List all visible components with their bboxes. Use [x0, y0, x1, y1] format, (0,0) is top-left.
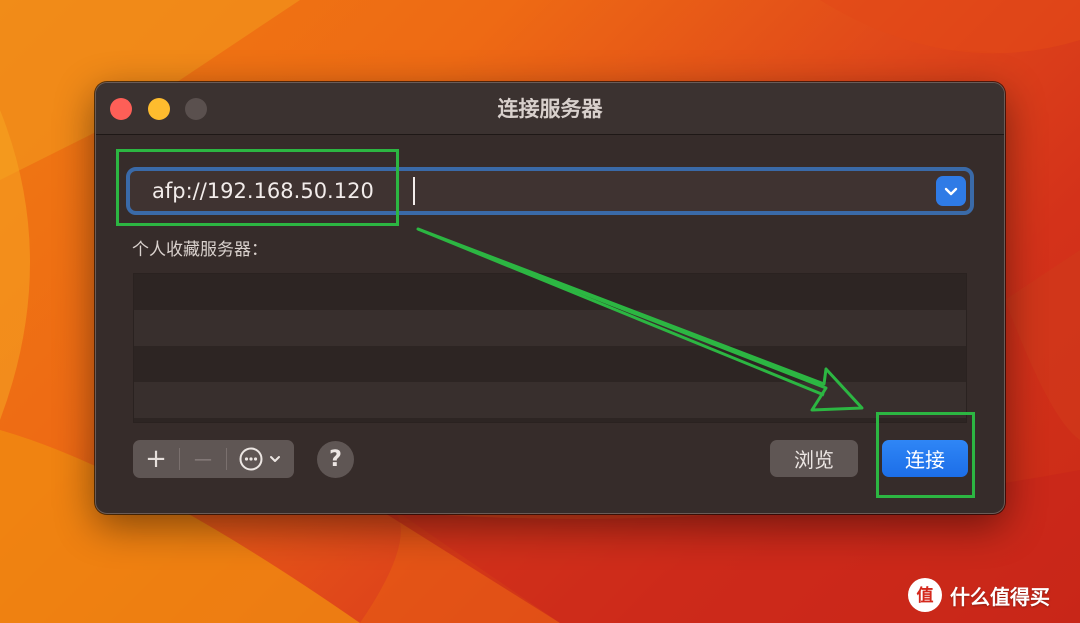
watermark-text: 什么值得买	[950, 584, 1050, 609]
text-caret	[413, 177, 415, 205]
browse-button[interactable]: 浏览	[770, 440, 858, 477]
list-item[interactable]	[134, 382, 966, 418]
svg-text:值: 值	[917, 585, 934, 606]
window-title: 连接服务器	[497, 97, 603, 121]
favorites-edit-control: + —	[133, 440, 294, 478]
minus-icon: —	[194, 448, 212, 470]
list-item[interactable]	[134, 346, 966, 382]
help-button[interactable]: ?	[317, 441, 354, 478]
list-item[interactable]	[134, 310, 966, 346]
question-mark-icon: ?	[329, 447, 342, 472]
server-address-input[interactable]	[152, 171, 912, 211]
favorite-servers-list[interactable]	[133, 273, 967, 423]
list-item[interactable]	[134, 274, 966, 310]
title-bar: 连接服务器	[96, 83, 1004, 135]
plus-icon: +	[145, 444, 167, 474]
chevron-down-icon	[270, 456, 280, 462]
watermark-logo-icon: 值	[908, 578, 942, 612]
server-address-field[interactable]	[126, 167, 974, 215]
site-watermark: 值 什么值得买	[908, 577, 1050, 613]
recent-servers-dropdown-button[interactable]	[936, 176, 966, 206]
ellipsis-circle-icon	[239, 447, 263, 471]
chevron-down-icon	[944, 187, 958, 196]
remove-favorite-button[interactable]: —	[180, 440, 226, 478]
connect-button[interactable]: 连接	[882, 440, 968, 477]
add-favorite-button[interactable]: +	[133, 440, 179, 478]
more-actions-button[interactable]	[227, 440, 293, 478]
favorite-servers-label: 个人收藏服务器：	[132, 240, 268, 260]
connect-to-server-dialog: 连接服务器 个人收藏服务器： + —	[95, 82, 1005, 514]
